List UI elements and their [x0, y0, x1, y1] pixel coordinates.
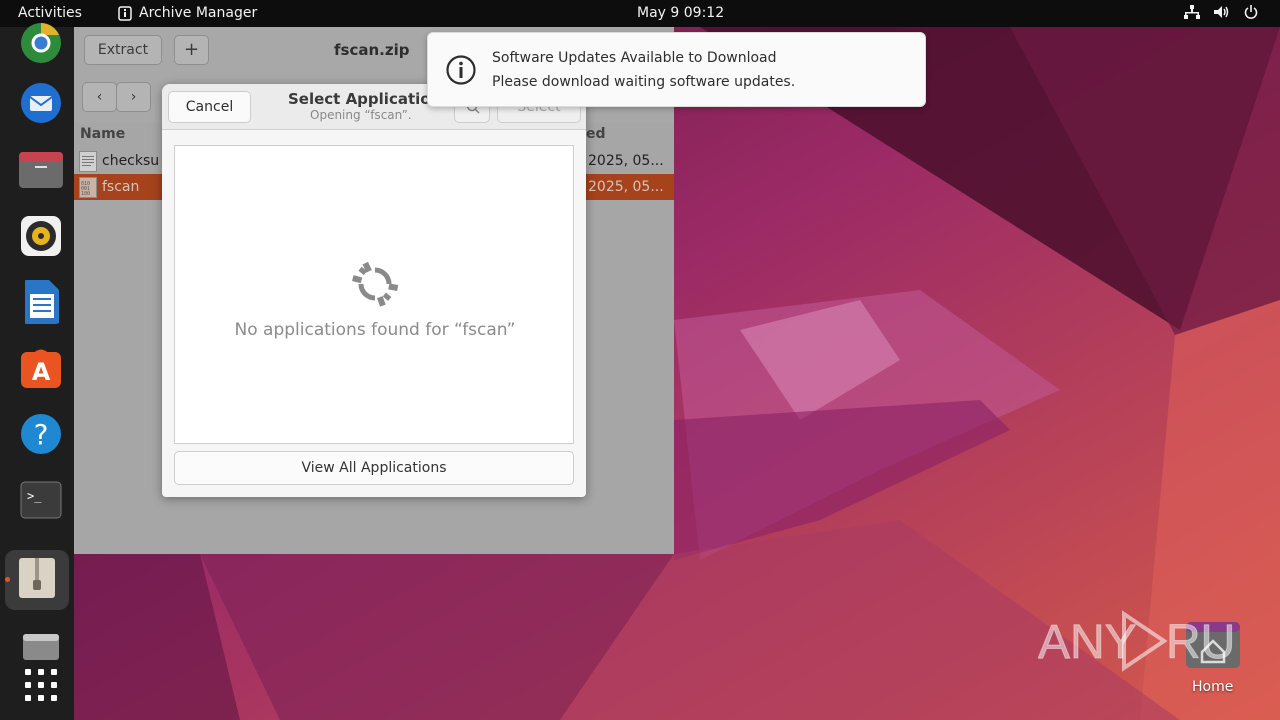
- file-date: 2025, 05...: [588, 179, 664, 195]
- top-bar: Activities Archive Manager May 9 09:12: [0, 0, 1280, 27]
- chrome-icon: [21, 23, 61, 63]
- dock-libreoffice-writer[interactable]: [5, 270, 69, 330]
- app-menu-label: Archive Manager: [139, 5, 258, 21]
- archive-manager-small-icon: [118, 5, 132, 21]
- chevron-right-icon: ›: [130, 89, 137, 105]
- writer-icon: [25, 280, 59, 324]
- column-header-modified[interactable]: ed: [586, 126, 606, 142]
- clock[interactable]: May 9 09:12: [637, 5, 724, 21]
- running-indicator: [5, 577, 10, 582]
- power-icon: [1244, 5, 1258, 19]
- dock-show-apps[interactable]: [5, 653, 69, 713]
- dock-thunderbird[interactable]: [5, 71, 69, 131]
- dock-terminal[interactable]: >_: [5, 468, 69, 528]
- svg-text:RUN: RUN: [1166, 616, 1234, 669]
- notification-title: Software Updates Available to Download: [492, 50, 777, 66]
- extract-button[interactable]: Extract: [84, 35, 162, 65]
- application-list: No applications found for “fscan”: [174, 145, 574, 444]
- window-title: fscan.zip: [334, 41, 410, 59]
- svg-text:A: A: [32, 358, 51, 386]
- apps-grid-icon: [25, 669, 57, 701]
- file-name: fscan: [102, 179, 140, 195]
- anyrun-watermark: ANY RUN: [1038, 610, 1234, 672]
- binary-file-icon: 010 001 100: [79, 177, 97, 198]
- svg-text:?: ?: [34, 418, 49, 451]
- notification-banner[interactable]: Software Updates Available to Download P…: [427, 32, 926, 107]
- back-button[interactable]: ‹: [82, 82, 117, 112]
- help-icon: ?: [21, 414, 61, 454]
- svg-text:100: 100: [81, 191, 90, 197]
- app-center-icon: A: [21, 349, 61, 388]
- cancel-button[interactable]: Cancel: [168, 91, 251, 123]
- system-tray[interactable]: [1184, 5, 1258, 19]
- dock-archive-manager[interactable]: [5, 550, 69, 610]
- volume-icon: [1214, 6, 1229, 18]
- rhythmbox-icon: [21, 216, 61, 256]
- forward-button[interactable]: ›: [116, 82, 151, 112]
- home-icon-label: Home: [1192, 679, 1234, 695]
- terminal-icon: >_: [20, 481, 62, 519]
- files-icon: [19, 152, 63, 188]
- notification-body: Please download waiting software updates…: [492, 74, 796, 90]
- info-icon: [446, 55, 476, 85]
- app-menu[interactable]: Archive Manager: [118, 5, 257, 21]
- file-date: 2025, 05...: [588, 153, 664, 169]
- dialog-subtitle: Opening “fscan”.: [310, 108, 412, 122]
- text-file-icon: [79, 151, 97, 172]
- dock-files[interactable]: [5, 138, 69, 198]
- select-application-dialog: Cancel Select Applicatio Opening “fscan”…: [162, 84, 586, 497]
- dock-rhythmbox[interactable]: [5, 204, 69, 264]
- dock-app-center[interactable]: A: [5, 336, 69, 396]
- thunderbird-icon: [21, 83, 61, 123]
- network-icon: [1184, 5, 1200, 19]
- archive-manager-icon: [19, 558, 55, 598]
- dialog-title: Select Applicatio: [288, 90, 431, 108]
- application-missing-icon: [352, 261, 399, 307]
- dock-chrome[interactable]: [5, 9, 69, 69]
- chevron-left-icon: ‹: [96, 89, 103, 105]
- view-all-applications-button[interactable]: View All Applications: [174, 451, 574, 485]
- add-button[interactable]: +: [174, 35, 209, 65]
- dock-help[interactable]: ?: [5, 402, 69, 462]
- empty-state-message: No applications found for “fscan”: [234, 320, 516, 340]
- svg-text:>_: >_: [27, 489, 42, 503]
- column-header-name[interactable]: Name: [80, 126, 125, 142]
- dock: A ? >_: [0, 23, 74, 720]
- svg-text:ANY: ANY: [1038, 616, 1137, 669]
- file-name: checksu: [102, 153, 160, 169]
